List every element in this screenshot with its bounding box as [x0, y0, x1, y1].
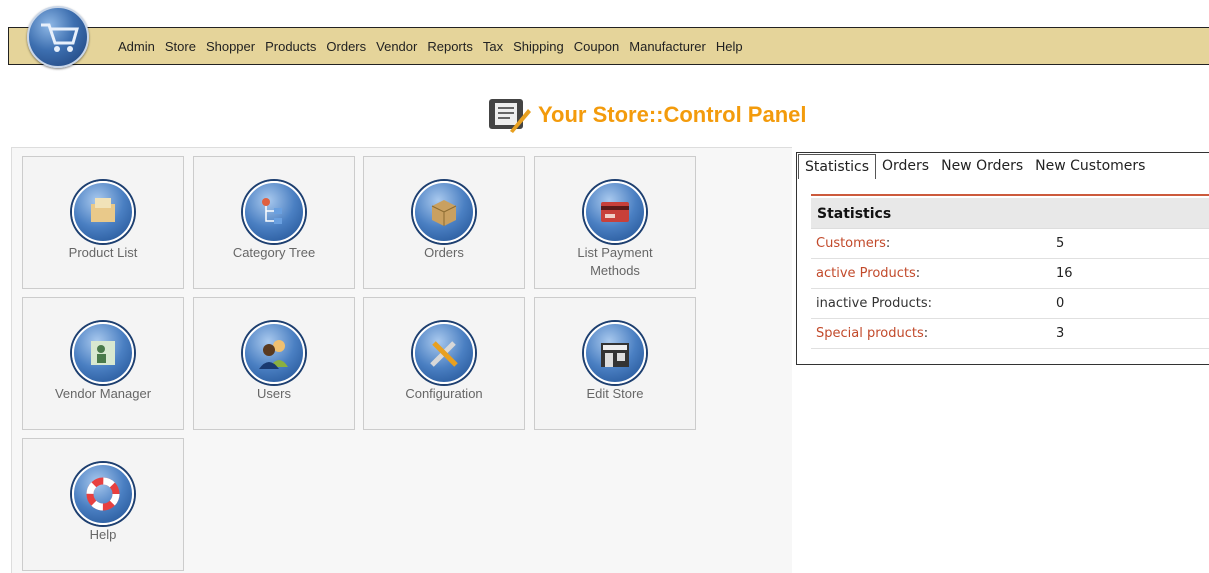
menu-store[interactable]: Store — [165, 39, 196, 54]
tile-label: Edit Store — [586, 386, 644, 401]
tab-new-customers[interactable]: New Customers — [1029, 154, 1151, 182]
label-suffix: : — [915, 266, 921, 281]
page-title-area: Your Store::Control Panel — [486, 95, 807, 135]
customers-count: 5 — [1056, 236, 1065, 251]
inactive-products-count: 0 — [1056, 296, 1065, 311]
control-panel-tiles: Product List Category Tree Orders List P… — [11, 147, 792, 573]
tile-label: Product List — [68, 245, 138, 260]
orders-icon — [413, 181, 475, 243]
active-products-count: 16 — [1056, 266, 1073, 281]
menu-shipping[interactable]: Shipping — [513, 39, 564, 54]
vendor-manager-icon — [72, 322, 134, 384]
category-tree-icon — [243, 181, 305, 243]
active-products-link[interactable]: active Products — [816, 266, 916, 281]
tile-label: Configuration — [405, 386, 483, 401]
tile-label: Users — [257, 386, 291, 401]
tab-divider — [811, 194, 1209, 196]
special-products-link[interactable]: Special products — [816, 326, 924, 341]
menu-help[interactable]: Help — [716, 39, 743, 54]
shopping-cart-logo-icon[interactable] — [27, 6, 89, 68]
menu-vendor[interactable]: Vendor — [376, 39, 417, 54]
statistics-header: Statistics — [811, 198, 1209, 229]
tile-label: Category Tree — [232, 245, 316, 260]
tile-label: Help — [89, 527, 117, 542]
customers-link[interactable]: Customers — [816, 236, 886, 251]
label-suffix: : — [927, 296, 933, 311]
tab-orders[interactable]: Orders — [876, 154, 935, 182]
tab-new-orders[interactable]: New Orders — [935, 154, 1029, 182]
label-suffix: : — [923, 326, 929, 341]
top-menu-bar: Admin Store Shopper Products Orders Vend… — [8, 27, 1209, 65]
tile-help[interactable]: Help — [22, 438, 184, 571]
inactive-products-label: inactive Products — [816, 296, 928, 311]
menu-admin[interactable]: Admin — [118, 39, 155, 54]
tab-bar: Statistics Orders New Orders New Custome… — [798, 154, 1151, 182]
control-panel-icon — [489, 99, 531, 133]
statistics-table: Statistics Customers: 5 active Products:… — [811, 198, 1209, 349]
tile-product-list[interactable]: Product List — [22, 156, 184, 289]
tile-edit-store[interactable]: Edit Store — [534, 297, 696, 430]
menu-manufacturer[interactable]: Manufacturer — [629, 39, 706, 54]
table-row: active Products: 16 — [811, 259, 1209, 289]
special-products-count: 3 — [1056, 326, 1065, 341]
edit-store-icon — [584, 322, 646, 384]
page-title: Your Store::Control Panel — [538, 102, 807, 127]
tile-label: Vendor Manager — [54, 386, 152, 401]
label-suffix: : — [885, 236, 891, 251]
users-icon — [243, 322, 305, 384]
tile-label: List Payment Methods — [577, 245, 653, 278]
configuration-icon — [413, 322, 475, 384]
tile-configuration[interactable]: Configuration — [363, 297, 525, 430]
menu-products[interactable]: Products — [265, 39, 316, 54]
tile-orders[interactable]: Orders — [363, 156, 525, 289]
menu-coupon[interactable]: Coupon — [574, 39, 620, 54]
menu-shopper[interactable]: Shopper — [206, 39, 255, 54]
menu-tax[interactable]: Tax — [483, 39, 503, 54]
menu-orders[interactable]: Orders — [326, 39, 366, 54]
menu-items: Admin Store Shopper Products Orders Vend… — [118, 28, 753, 64]
help-icon — [72, 463, 134, 525]
tile-category-tree[interactable]: Category Tree — [193, 156, 355, 289]
table-row: inactive Products: 0 — [811, 289, 1209, 319]
tile-vendor-manager[interactable]: Vendor Manager — [22, 297, 184, 430]
tile-users[interactable]: Users — [193, 297, 355, 430]
product-list-icon — [72, 181, 134, 243]
table-row: Customers: 5 — [811, 229, 1209, 259]
tile-label: Orders — [424, 245, 464, 260]
table-row: Special products: 3 — [811, 319, 1209, 349]
tab-statistics[interactable]: Statistics — [798, 154, 876, 179]
menu-reports[interactable]: Reports — [427, 39, 473, 54]
tile-list-payment-methods[interactable]: List Payment Methods — [534, 156, 696, 289]
payment-methods-icon — [584, 181, 646, 243]
statistics-tabs: Statistics Orders New Orders New Custome… — [796, 152, 1209, 365]
